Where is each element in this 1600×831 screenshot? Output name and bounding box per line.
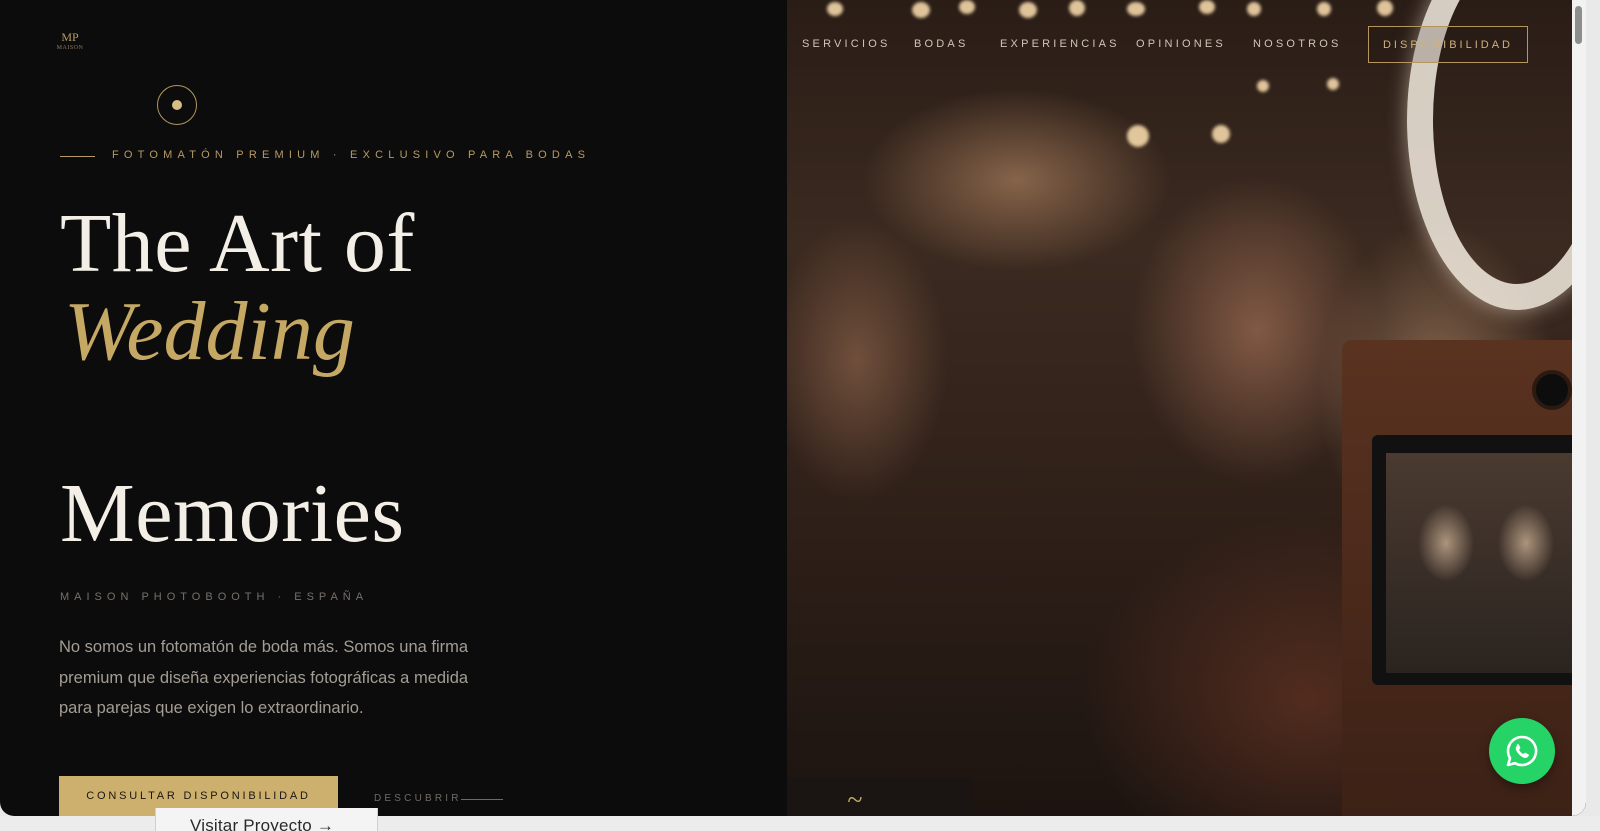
hero-subbrand: MAISON PHOTOBOOTH · ESPAÑA: [60, 591, 369, 603]
headline-line-3: Memories: [60, 467, 405, 560]
hero-description: No somos un fotomatón de boda más. Somos…: [59, 638, 469, 717]
discover-link[interactable]: DESCUBRIR: [374, 793, 462, 804]
scrollbar-thumb[interactable]: [1575, 6, 1582, 44]
nav-nosotros[interactable]: NOSOTROS: [1253, 38, 1342, 50]
circle-dot: [172, 100, 182, 110]
nav-experiencias[interactable]: EXPERIENCIAS: [1000, 38, 1120, 50]
booth-lens: [1532, 370, 1572, 410]
browser-viewport: MP MAISON FOTOMATÓN PREMIUM · EXCLUSIVO …: [0, 0, 1586, 816]
booth-screen: [1372, 435, 1586, 685]
visit-project-link[interactable]: Visitar Proyecto →: [190, 816, 334, 831]
overlay-card: ~: [787, 777, 971, 816]
headline-line-1: The Art of: [60, 197, 415, 290]
script-glyph: ~: [847, 785, 863, 816]
discover-line: [461, 799, 503, 800]
scrollbar[interactable]: [1572, 0, 1586, 816]
availability-button[interactable]: DISPONIBILIDAD: [1368, 26, 1528, 63]
whatsapp-icon: [1506, 735, 1538, 767]
hero-photo: ~: [787, 0, 1586, 816]
nav-bodas[interactable]: BODAS: [914, 38, 969, 50]
hero-eyebrow: FOTOMATÓN PREMIUM · EXCLUSIVO PARA BODAS: [112, 149, 591, 161]
circle-dot-icon: [157, 85, 197, 125]
headline-line-2: Wedding: [64, 285, 355, 378]
nav-opiniones[interactable]: OPINIONES: [1136, 38, 1226, 50]
nav-servicios[interactable]: SERVICIOS: [802, 38, 891, 50]
main-nav: SERVICIOS BODAS EXPERIENCIAS OPINIONES N…: [0, 38, 1586, 52]
eyebrow-divider: [60, 156, 95, 157]
whatsapp-button[interactable]: [1489, 718, 1555, 784]
